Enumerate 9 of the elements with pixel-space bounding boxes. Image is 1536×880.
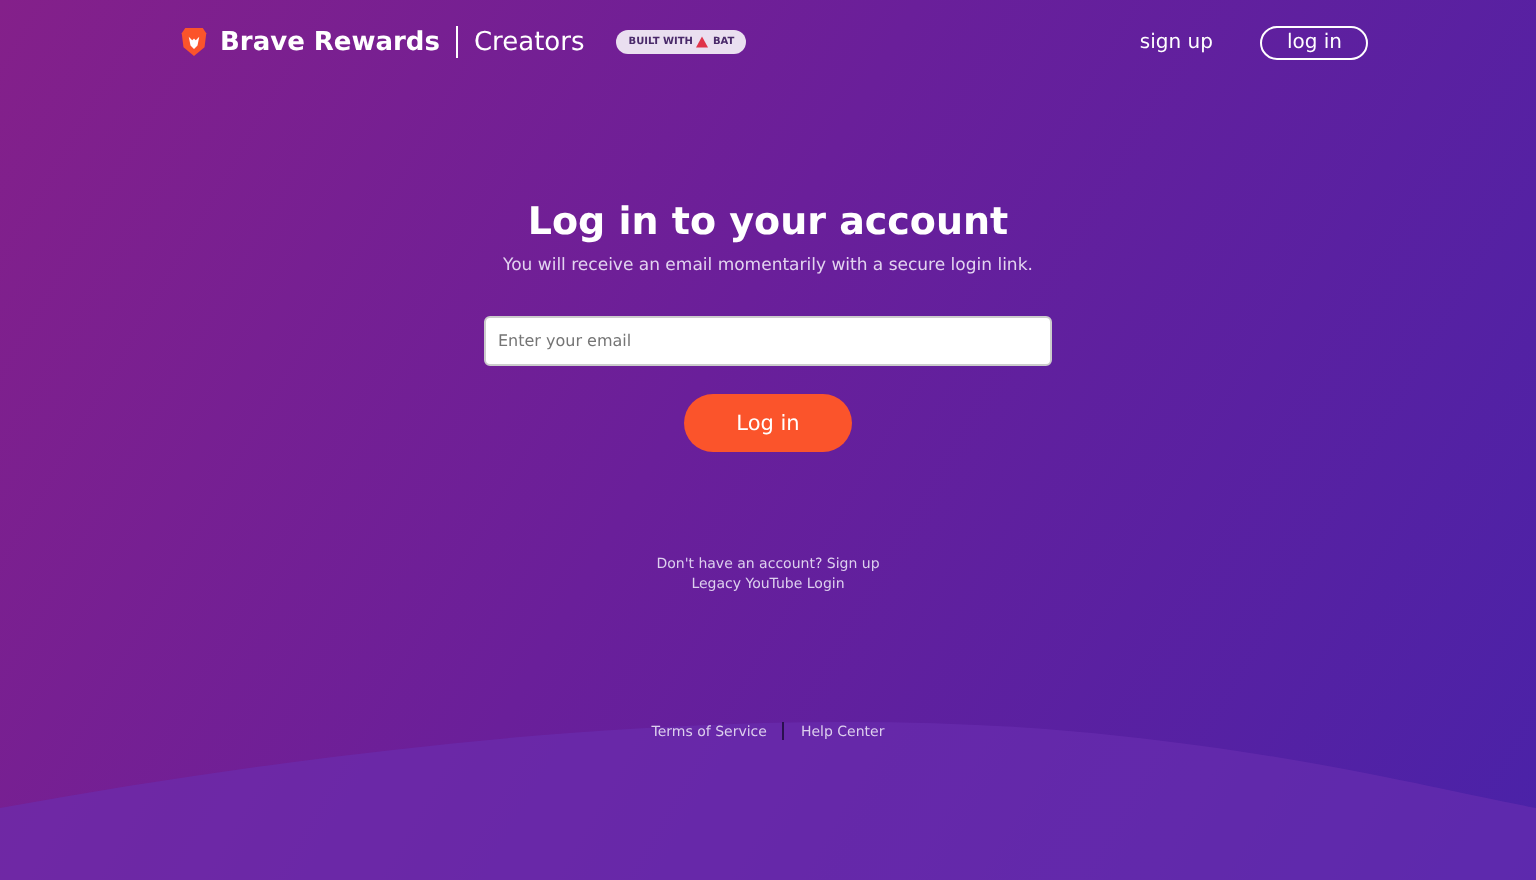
section-name: Creators <box>473 27 585 57</box>
email-field[interactable]: Enter your email <box>484 316 1052 366</box>
sign-up-link[interactable]: sign up <box>1139 31 1213 53</box>
page-title: Log in to your account <box>527 200 1009 244</box>
subtitle: You will receive an email momentarily with a secure login link. <box>503 256 1033 276</box>
lion-logo-icon <box>180 26 208 58</box>
log-in-button[interactable]: Log in <box>684 394 852 452</box>
brand-name: Brave Rewards <box>220 27 440 57</box>
log-in-button[interactable]: log in <box>1260 25 1368 59</box>
